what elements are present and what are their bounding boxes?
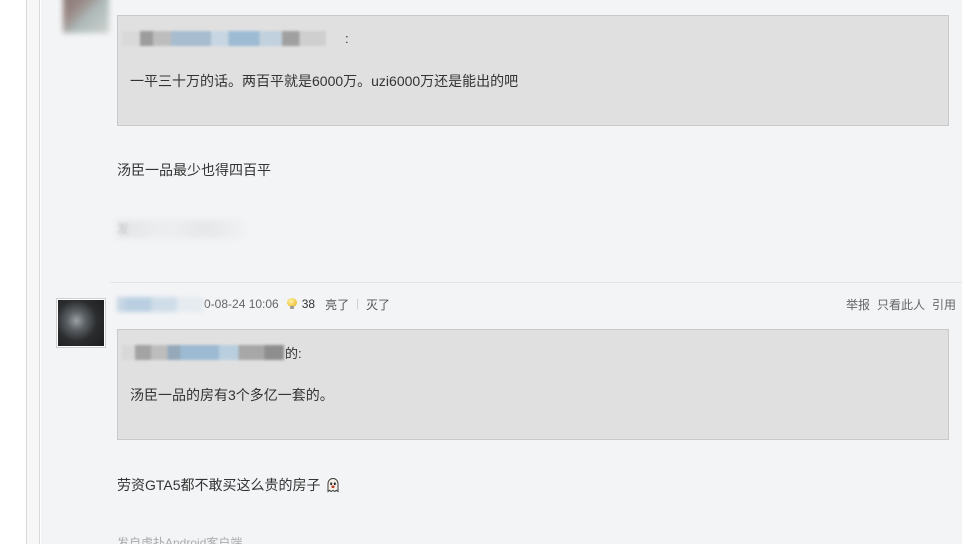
quote-author-row: :: [122, 28, 349, 48]
meta-separator: |: [356, 298, 359, 310]
quoted-reply-box: : 一平三十万的话。两百平就是6000万。uzi6000万还是能出的吧: [117, 15, 949, 126]
username-blurred[interactable]: [117, 296, 203, 312]
quote-author-row: 的:: [122, 342, 302, 362]
reply-text: 劳资GTA5都不敢买这么贵的房子: [117, 477, 321, 493]
client-source-blurred: [117, 220, 245, 238]
reply-text: 汤臣一品最少也得四百平: [117, 162, 271, 178]
post-meta-row: 0-08-24 10:06 38 亮了 | 灭了: [117, 294, 390, 314]
reply-text-container: 劳资GTA5都不敢买这么贵的房子: [117, 475, 341, 495]
post-actions: 举报 只看此人 引用: [839, 294, 956, 314]
post-timestamp: 0-08-24 10:06: [204, 297, 279, 311]
only-this-user-link[interactable]: 只看此人: [877, 296, 925, 313]
client-source-glyph: 发: [117, 222, 130, 236]
report-link[interactable]: 举报: [846, 296, 870, 313]
client-source-line[interactable]: 发自虎扑Android客户端: [117, 534, 242, 544]
ghost-emoji-icon: [327, 477, 339, 493]
dark-button[interactable]: 灭了: [366, 296, 390, 313]
blurred-avatar-image: [63, 0, 109, 33]
left-border-rail: [26, 0, 40, 544]
user-avatar[interactable]: [62, 0, 110, 34]
quoted-text: 一平三十万的话。两百平就是6000万。uzi6000万还是能出的吧: [130, 73, 519, 89]
quoted-author-name-blurred[interactable]: [122, 30, 344, 46]
quoted-text: 汤臣一品的房有3个多亿一套的。: [130, 387, 334, 403]
quote-author-suffix: :: [345, 30, 349, 46]
quoted-author-name-blurred[interactable]: [122, 344, 284, 360]
light-button[interactable]: 亮了: [325, 296, 349, 313]
quote-author-suffix: 的:: [285, 345, 302, 361]
lightbulb-icon: [286, 298, 298, 310]
post-divider: [110, 282, 962, 283]
quoted-reply-box: 的: 汤臣一品的房有3个多亿一套的。: [117, 329, 949, 440]
user-avatar[interactable]: [56, 298, 106, 348]
client-source-line: 发: [117, 218, 257, 240]
forum-thread-page: : 一平三十万的话。两百平就是6000万。uzi6000万还是能出的吧 汤臣一品…: [0, 0, 962, 544]
quote-link[interactable]: 引用: [932, 296, 956, 313]
light-count: 38: [301, 297, 316, 311]
avatar-image: [58, 300, 104, 346]
